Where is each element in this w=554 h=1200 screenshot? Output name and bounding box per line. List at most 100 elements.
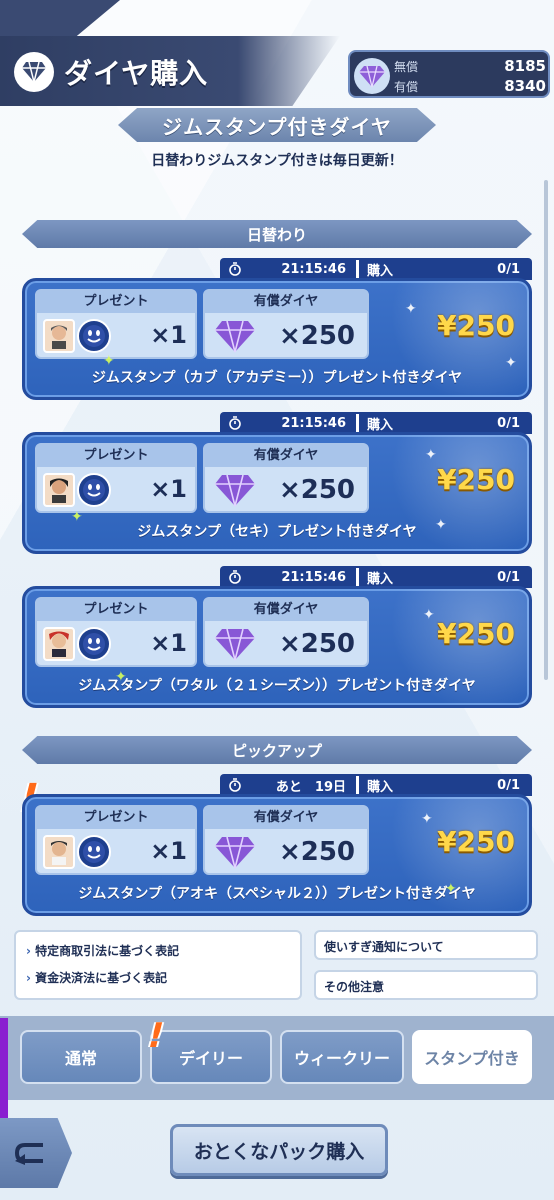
product-card[interactable]: 21:15:46 購入 0/1 プレゼント ×1 有償ダイヤ ×250 ¥250… [22,258,532,400]
sparkle-icon: ✦ [115,669,127,685]
trainer-avatar [43,473,75,507]
timer-icon [224,412,246,434]
gem-icon [213,471,257,509]
free-value: 8185 [504,57,546,75]
product-card[interactable]: あと 19日 購入 0/1 プレゼント ×1 有償ダイヤ ×250 ¥250 ジ… [22,774,532,916]
diamond-icon [14,52,54,92]
other-notes-link[interactable]: その他注意 [314,970,538,1000]
gem-icon [213,625,257,663]
buy-label: 購入 [367,417,394,433]
gym-stamp-icon [77,835,111,869]
gem-icon [213,833,257,871]
card-body[interactable]: プレゼント ×1 有償ダイヤ ×250 ¥250 ジムスタンプ（セキ）プレゼント… [22,432,532,554]
card-body[interactable]: プレゼント ×1 有償ダイヤ ×250 ¥250 ジムスタンプ（カブ（アカデミー… [22,278,532,400]
card-body[interactable]: プレゼント ×1 有償ダイヤ ×250 ¥250 ジムスタンプ（ワタル（２１シー… [22,586,532,708]
diamond-qty: ×250 [278,475,355,505]
sparkle-icon: ✦ [435,517,447,533]
present-qty: ×1 [150,629,187,657]
card-status-bar: あと 19日 購入 0/1 [220,774,532,796]
diamond-label: 有償ダイヤ [205,807,367,829]
trainer-avatar [43,627,75,661]
trainer-avatar [43,835,75,869]
gym-stamp-icon [77,627,111,661]
price: ¥250 [437,825,515,858]
overuse-notice-link[interactable]: 使いすぎ通知について [314,930,538,960]
tab-daily[interactable]: デイリー [150,1030,272,1084]
back-button[interactable] [0,1118,72,1188]
trainer-avatar [43,319,75,353]
diamond-qty: ×250 [278,321,355,351]
legal-link-commerce[interactable]: 特定商取引法に基づく表記 [26,942,300,959]
time-left: あと 19日 [275,779,346,795]
sparkle-icon: ✦ [445,881,457,897]
diamond-label: 有償ダイヤ [205,445,367,467]
sparkle-icon: ✦ [423,607,435,623]
timer-icon [224,774,246,796]
value-pack-button[interactable]: おとくなパック購入 [170,1124,388,1176]
tab-normal[interactable]: 通常 [20,1030,142,1084]
card-status-bar: 21:15:46 購入 0/1 [220,566,532,588]
tab-weekly[interactable]: ウィークリー [280,1030,404,1084]
gym-stamp-icon [77,473,111,507]
gem-icon [213,317,257,355]
present-box: プレゼント ×1 [35,289,197,359]
sparkle-icon: ✦ [103,353,115,369]
purchase-count: 0/1 [497,569,520,585]
sparkle-icon: ✦ [405,301,417,317]
time-left: 21:15:46 [281,415,346,431]
sparkle-icon: ✦ [71,509,83,525]
category-daily: 日替わり [22,220,532,248]
gem-icon [354,58,390,94]
present-qty: ×1 [150,475,187,503]
purchase-count: 0/1 [497,777,520,793]
card-status-bar: 21:15:46 購入 0/1 [220,258,532,280]
legal-links: 特定商取引法に基づく表記 資金決済法に基づく表記 [14,930,302,1000]
card-body[interactable]: プレゼント ×1 有償ダイヤ ×250 ¥250 ジムスタンプ（アオキ（スペシャ… [22,794,532,916]
category-pickup: ピックアップ [22,736,532,764]
card-status-bar: 21:15:46 購入 0/1 [220,412,532,434]
diamond-qty: ×250 [278,629,355,659]
legal-link-payment[interactable]: 資金決済法に基づく表記 [26,969,300,986]
card-description: ジムスタンプ（セキ）プレゼント付きダイヤ [137,524,417,540]
present-box: プレゼント ×1 [35,805,197,875]
present-label: プレゼント [37,807,195,829]
tab-stamp[interactable]: スタンプ付き [412,1030,532,1084]
buy-label: 購入 [367,779,394,795]
card-description: ジムスタンプ（ワタル（２１シーズン））プレゼント付きダイヤ [78,678,476,694]
timer-icon [224,258,246,280]
page-title: ダイヤ購入 [64,57,209,90]
diamond-label: 有償ダイヤ [205,599,367,621]
paid-diamond-row: 有償 8340 [394,76,546,96]
product-card[interactable]: 21:15:46 購入 0/1 プレゼント ×1 有償ダイヤ ×250 ¥250… [22,412,532,554]
sparkle-icon: ✦ [421,811,433,827]
buy-label: 購入 [367,263,394,279]
present-box: プレゼント ×1 [35,443,197,513]
present-label: プレゼント [37,291,195,313]
price: ¥250 [437,309,515,342]
price: ¥250 [437,463,515,496]
present-label: プレゼント [37,599,195,621]
purchase-count: 0/1 [497,415,520,431]
diamond-box: 有償ダイヤ ×250 [203,289,369,359]
free-label: 無償 [394,59,419,74]
diamond-box: 有償ダイヤ ×250 [203,597,369,667]
gym-stamp-icon [77,319,111,353]
back-arrow-icon [14,1143,43,1165]
buy-label: 購入 [367,571,394,587]
product-card[interactable]: 21:15:46 購入 0/1 プレゼント ×1 有償ダイヤ ×250 ¥250… [22,566,532,708]
price: ¥250 [437,617,515,650]
diamond-box: 有償ダイヤ ×250 [203,443,369,513]
card-description: ジムスタンプ（カブ（アカデミー））プレゼント付きダイヤ [91,370,463,386]
paid-value: 8340 [504,77,546,95]
section-title: ジムスタンプ付きダイヤ [118,108,436,142]
diamond-qty: ×250 [278,837,355,867]
section-subtitle: 日替わりジムスタンプ付きは毎日更新！ [151,153,403,169]
present-qty: ×1 [150,837,187,865]
present-box: プレゼント ×1 [35,597,197,667]
free-diamond-row: 無償 8185 [394,56,546,76]
scrollbar[interactable] [544,180,548,680]
time-left: 21:15:46 [281,569,346,585]
time-left: 21:15:46 [281,261,346,277]
purchase-count: 0/1 [497,261,520,277]
present-label: プレゼント [37,445,195,467]
